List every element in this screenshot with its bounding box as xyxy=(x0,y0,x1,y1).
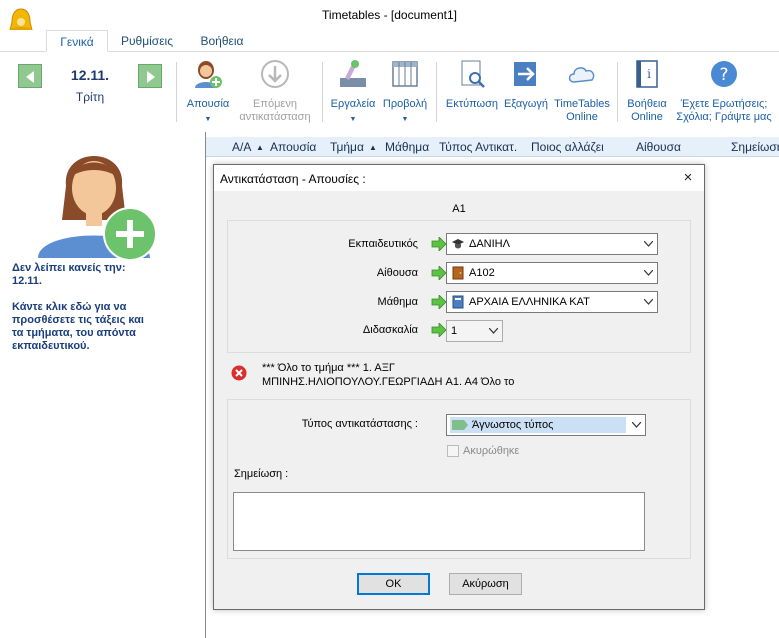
error-icon xyxy=(231,365,247,381)
book-icon xyxy=(452,295,464,309)
dropdown-caret-icon: ▼ xyxy=(401,116,409,123)
teacher-label: Εκπαιδευτικός xyxy=(348,238,418,250)
cancelled-label: Ακυρώθηκε xyxy=(463,445,520,457)
next-day-button[interactable] xyxy=(138,64,162,88)
type-color-swatch-icon xyxy=(452,420,468,430)
sort-asc-icon: ▲ xyxy=(256,143,264,152)
add-absence-icon xyxy=(195,61,222,88)
substitution-dialog: Αντικατάσταση - Απουσίες : × A1 Εκπαιδευ… xyxy=(213,164,705,610)
hint-line: τα τμήματα, του απόντα xyxy=(12,327,136,339)
column-header-note[interactable]: Σημείωση xyxy=(731,140,779,154)
cloud-icon xyxy=(568,67,595,83)
help-book-icon: i xyxy=(636,60,658,88)
close-icon[interactable]: × xyxy=(678,168,698,188)
column-header-absence[interactable]: Απουσία xyxy=(270,140,316,154)
svg-text:i: i xyxy=(647,67,651,81)
menu-tabs: Γενικά Ρυθμίσεις Βοήθεια xyxy=(0,30,779,52)
tab-general[interactable]: Γενικά xyxy=(46,30,108,52)
dialog-title-bar: Αντικατάσταση - Απουσίες : × xyxy=(214,165,704,191)
tab-settings[interactable]: Ρυθμίσεις xyxy=(112,30,182,52)
note-label: Σημείωση : xyxy=(234,468,289,480)
door-icon xyxy=(452,266,464,280)
current-date: 12.11. xyxy=(70,67,110,83)
room-label: Αίθουσα xyxy=(376,267,418,279)
add-absent-teacher-icon[interactable] xyxy=(34,136,160,262)
lesson-select[interactable]: 1 xyxy=(446,320,503,342)
column-header-number[interactable]: Α/Α xyxy=(232,140,251,154)
chevron-down-icon xyxy=(644,241,653,247)
hint-line: προσθέσετε τις τάξεις και xyxy=(12,314,144,326)
graduation-cap-icon xyxy=(452,239,464,249)
column-header-subject[interactable]: Μάθημα xyxy=(385,140,429,154)
lesson-label: Διδασκαλία xyxy=(362,324,418,336)
hint-line: Κάντε κλικ εδώ για να xyxy=(12,301,127,313)
column-header-who-replaces[interactable]: Ποιος αλλάζει xyxy=(531,140,604,154)
print-button[interactable]: Εκτύπωση xyxy=(441,58,503,111)
tools-button[interactable]: Εργαλεία ▼ xyxy=(326,58,380,126)
green-arrow-icon[interactable] xyxy=(431,295,447,309)
down-arrow-icon xyxy=(261,60,289,88)
cancelled-checkbox[interactable] xyxy=(447,445,459,457)
export-icon xyxy=(514,62,536,86)
cancel-button[interactable]: Ακύρωση xyxy=(449,573,522,595)
svg-text:?: ? xyxy=(719,65,728,85)
error-message-line: *** Όλο το τμήμα *** 1. ΑΞΓ xyxy=(262,362,395,374)
hint-line: εκπαιδευτικού. xyxy=(12,340,90,352)
next-substitution-button[interactable]: Επόμενη αντικατάσταση xyxy=(232,58,318,124)
window-title: Timetables - [document1] xyxy=(322,8,457,22)
title-bar: Timetables - [document1] xyxy=(0,0,779,37)
grid-view-icon xyxy=(392,61,418,87)
dropdown-caret-icon: ▼ xyxy=(204,116,212,123)
print-preview-icon xyxy=(461,60,485,88)
faq-button[interactable]: ? Έχετε Ερωτήσεις; Σχόλια; Γράψτε μας xyxy=(672,58,776,124)
view-button[interactable]: Προβολή ▼ xyxy=(380,58,430,126)
room-select[interactable]: A102 xyxy=(446,262,658,284)
table-header: Α/Α ▲ Απουσία Τμήμα ▲ Μάθημα Τύπος Αντικ… xyxy=(206,137,779,157)
ribbon-separator xyxy=(322,62,323,122)
lesson-details-group: Εκπαιδευτικός ΔΑΝΙΗΛ Αίθουσα A102 Μάθημα xyxy=(227,220,691,353)
hint-line: 12.11. xyxy=(12,275,42,287)
chevron-down-icon xyxy=(489,328,498,334)
tools-icon xyxy=(340,60,366,87)
note-textarea[interactable] xyxy=(233,492,645,551)
ribbon-toolbar: 12.11. Τρίτη Απουσία ▼ Επόμενη αντικατάσ… xyxy=(0,52,779,132)
subject-label: Μάθημα xyxy=(377,296,418,308)
hint-line: Δεν λείπει κανείς την: xyxy=(12,262,126,274)
absence-hint-panel[interactable]: Δεν λείπει κανείς την: 12.11. Κάντε κλικ… xyxy=(0,132,205,638)
dialog-title: Αντικατάσταση - Απουσίες : xyxy=(220,172,366,186)
question-icon: ? xyxy=(711,61,737,87)
ok-button[interactable]: OK xyxy=(357,573,430,595)
timetables-online-button[interactable]: TimeTables Online xyxy=(552,58,612,124)
substitution-type-label: Τύπος αντικατάστασης : xyxy=(301,418,418,430)
column-header-sub-type[interactable]: Τύπος Αντικατ. xyxy=(439,140,517,154)
ribbon-separator xyxy=(436,62,437,122)
green-arrow-icon[interactable] xyxy=(431,323,447,337)
class-label: A1 xyxy=(452,203,466,215)
chevron-down-icon xyxy=(644,270,653,276)
green-arrow-icon[interactable] xyxy=(431,237,447,251)
sort-asc-icon: ▲ xyxy=(369,143,377,152)
export-button[interactable]: Εξαγωγή xyxy=(500,58,552,111)
column-header-room[interactable]: Αίθουσα xyxy=(636,140,681,154)
chevron-down-icon xyxy=(644,299,653,305)
dropdown-caret-icon: ▼ xyxy=(349,116,357,123)
column-header-class[interactable]: Τμήμα xyxy=(330,140,364,154)
ribbon-separator xyxy=(617,62,618,122)
current-day: Τρίτη xyxy=(75,90,105,104)
teacher-select[interactable]: ΔΑΝΙΗΛ xyxy=(446,233,658,255)
absence-button[interactable]: Απουσία ▼ xyxy=(182,58,234,126)
error-message-line: ΜΠΙΝΗΣ.ΗΛΙΟΠΟΥΛΟΥ.ΓΕΩΡΓΙΑΔΗ A1. A4 Όλο τ… xyxy=(262,376,515,388)
subject-select[interactable]: ΑΡΧΑΙΑ ΕΛΛΗΝΙΚΑ ΚΑΤ xyxy=(446,291,658,313)
tab-help[interactable]: Βοήθεια xyxy=(190,30,254,52)
substitution-type-select[interactable]: Άγνωστος τύπος xyxy=(446,414,646,436)
chevron-down-icon xyxy=(632,422,641,428)
previous-day-button[interactable] xyxy=(18,64,42,88)
green-arrow-icon[interactable] xyxy=(431,266,447,280)
ribbon-separator xyxy=(176,62,177,122)
help-online-button[interactable]: i Βοήθεια Online xyxy=(622,58,672,124)
